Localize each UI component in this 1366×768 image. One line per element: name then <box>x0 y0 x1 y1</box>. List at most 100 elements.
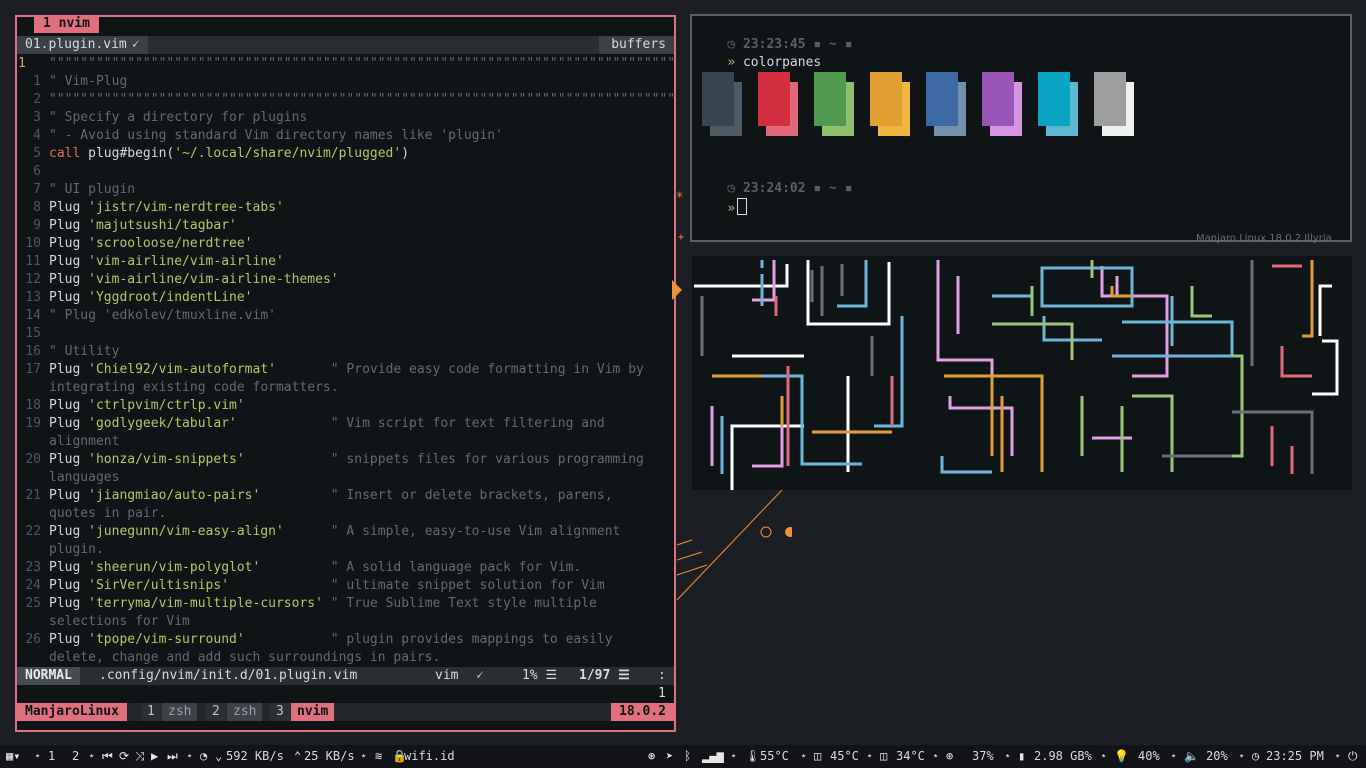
code-token: Plug <box>49 290 89 305</box>
code-line[interactable]: 3 " Specify a directory for plugins <box>17 109 674 127</box>
status-column: : 1 <box>658 668 666 701</box>
color-swatch-dark <box>1094 72 1126 126</box>
code-line[interactable]: 19 Plug 'godlygeek/tabular' " Vim script … <box>17 415 674 433</box>
code-line[interactable]: 26 Plug 'tpope/vim-surround' " plugin pro… <box>17 631 674 649</box>
workspace-2[interactable]: 2 <box>72 745 79 768</box>
play-icon[interactable]: ▶ <box>151 745 158 768</box>
code-line[interactable]: 16 " Utility <box>17 343 674 361</box>
wallpaper-circle <box>785 527 792 537</box>
shuffle-icon[interactable]: ⤨ <box>135 745 145 768</box>
buffer-tab-label: 01.plugin.vim <box>25 37 127 52</box>
code-line[interactable]: 6 <box>17 163 674 181</box>
code-line[interactable]: 14 " Plug 'edkolev/tmuxline.vim' <box>17 307 674 325</box>
code-token: 'vim-airline/vim-airline' <box>88 254 284 269</box>
prompt-timestamp: ◷ 23:23:45 ▪ ~ ▪ <box>696 18 852 52</box>
code-token: ) <box>401 146 410 161</box>
code-text: selections for Vim <box>49 613 190 631</box>
volume-icon[interactable]: 🔈 <box>1184 745 1199 768</box>
code-line[interactable]: 2 """""""""""""""""""""""""""""""""""""""… <box>17 91 675 109</box>
code-line[interactable]: 21 Plug 'jiangmiao/auto-pairs' " Insert o… <box>17 487 674 505</box>
tmux-window-name[interactable]: zsh <box>162 703 198 721</box>
command-line[interactable]: » <box>696 180 748 216</box>
code-line[interactable]: selections for Vim <box>17 613 674 631</box>
code-token: 'SirVer/ultisnips' <box>88 578 230 593</box>
workspace-grid-icon[interactable]: ▦▾ <box>6 745 20 768</box>
tmux-window-index[interactable]: 3 <box>270 703 290 721</box>
code-line[interactable]: integrating existing code formatters. <box>17 379 674 397</box>
code-line[interactable]: 7 " UI plugin <box>17 181 674 199</box>
code-line[interactable]: languages <box>17 469 674 487</box>
memory-usage: 2.98 GB% <box>1034 749 1092 763</box>
code-token: alignment <box>49 434 120 449</box>
code-line[interactable]: 12 Plug 'vim-airline/vim-airline-themes' <box>17 271 674 289</box>
tmux-window-index[interactable]: 1 <box>141 703 161 721</box>
terminal-window[interactable]: ◷ 23:23:45 ▪ ~ ▪ » colorpanes ◷ 23:24:02… <box>690 14 1352 242</box>
color-swatch-dark <box>1038 72 1070 126</box>
code-line[interactable]: quotes in pair. <box>17 505 674 523</box>
code-line[interactable]: 24 Plug 'SirVer/ultisnips' " ultimate sni… <box>17 577 674 595</box>
nvim-window[interactable]: 1 nvim 01.plugin.vim 🗸 buffers 1 """""""""… <box>15 15 676 732</box>
upload-speed: 25 KB/s <box>304 749 355 763</box>
code-line[interactable]: 25 Plug 'terryma/vim-multiple-cursors' " … <box>17 595 674 613</box>
color-swatch-dark <box>870 72 902 126</box>
code-line[interactable]: 1 " Vim-Plug <box>17 73 674 91</box>
code-line[interactable]: 4 " - Avoid using standard Vim directory … <box>17 127 674 145</box>
line-number: 19 <box>25 416 41 431</box>
pipe-segment <box>1312 339 1339 396</box>
download-speed: 592 KB/s <box>226 749 284 763</box>
repeat-icon[interactable]: ⟳ <box>119 745 129 768</box>
code-line[interactable]: 8 Plug 'jistr/vim-nerdtree-tabs' <box>17 199 674 217</box>
line-number: 25 <box>25 596 41 611</box>
buffers-label[interactable]: buffers <box>599 36 674 54</box>
code-line[interactable]: 22 Plug 'junegunn/vim-easy-align' " A sim… <box>17 523 674 541</box>
telegram-icon[interactable]: ➤ <box>666 745 673 768</box>
wifi-ssid[interactable]: wifi.id <box>404 745 455 768</box>
signal-icon[interactable]: ▂▄▆ <box>702 745 724 768</box>
line-number: 12 <box>25 272 41 287</box>
status-filetype: vim <box>435 668 459 683</box>
code-line[interactable]: delete, change and add such surroundings… <box>17 649 674 667</box>
code-line[interactable]: 17 Plug 'Chiel92/vim-autoformat' " Provid… <box>17 361 674 379</box>
tmux-window-name-active[interactable]: nvim <box>291 703 335 721</box>
code-line[interactable]: 1 """""""""""""""""""""""""""""""""""""""… <box>17 55 675 73</box>
pipe-segment <box>874 316 904 428</box>
media-prev-icon[interactable]: ⏮ <box>102 745 113 768</box>
pipe-segment <box>1110 286 1132 298</box>
code-line[interactable]: 15 <box>17 325 674 343</box>
line-number: 16 <box>25 344 41 359</box>
code-line[interactable]: plugin. <box>17 541 674 559</box>
bluetooth-icon[interactable]: ᛒ <box>684 745 691 768</box>
code-line[interactable]: 9 Plug 'majutsushi/tagbar' <box>17 217 674 235</box>
media-next-icon[interactable]: ⏭ <box>167 745 178 768</box>
code-line[interactable]: 20 Plug 'honza/vim-snippets' " snippets f… <box>17 451 674 469</box>
code-line[interactable]: alignment <box>17 433 674 451</box>
code-token: Plug <box>49 560 89 575</box>
network-gauge-icon: ◔ <box>200 749 208 763</box>
code-text: delete, change and add such surroundings… <box>49 649 440 667</box>
code-line[interactable]: 10 Plug 'scrooloose/nerdtree' <box>17 235 674 253</box>
color-pane <box>702 72 742 136</box>
power-icon[interactable]: ⏻ <box>1348 745 1358 768</box>
code-line[interactable]: 13 Plug 'Yggdroot/indentLine' <box>17 289 674 307</box>
line-number: 1 <box>33 74 41 89</box>
code-token: Plug <box>49 398 89 413</box>
tmux-window-name[interactable]: zsh <box>227 703 263 721</box>
prompt-chevron: » <box>727 201 736 216</box>
status-position: 1/97 ☰ <box>579 668 630 683</box>
color-swatch-dark <box>926 72 958 126</box>
code-line[interactable]: 23 Plug 'sheerun/vim-polyglot' " A solid … <box>17 559 674 577</box>
workspace-1[interactable]: 1 <box>48 745 55 768</box>
code-line[interactable]: 11 Plug 'vim-airline/vim-airline' <box>17 253 674 271</box>
steam-icon[interactable]: ⊛ <box>648 745 655 768</box>
tmux-window-index[interactable]: 2 <box>206 703 226 721</box>
code-line[interactable]: 18 Plug 'ctrlpvim/ctrlp.vim' <box>17 397 674 415</box>
pipe-segment <box>1100 266 1119 298</box>
pipe-segment <box>1232 354 1244 458</box>
star-icon: ⋆ <box>932 749 940 763</box>
line-number: 17 <box>25 362 41 377</box>
line-number: 7 <box>33 182 41 197</box>
code-line[interactable]: 5 call plug#begin('~/.local/share/nvim/pl… <box>17 145 674 163</box>
code-text: languages <box>49 469 119 487</box>
buffer-tab[interactable]: 01.plugin.vim 🗸 <box>17 36 148 54</box>
